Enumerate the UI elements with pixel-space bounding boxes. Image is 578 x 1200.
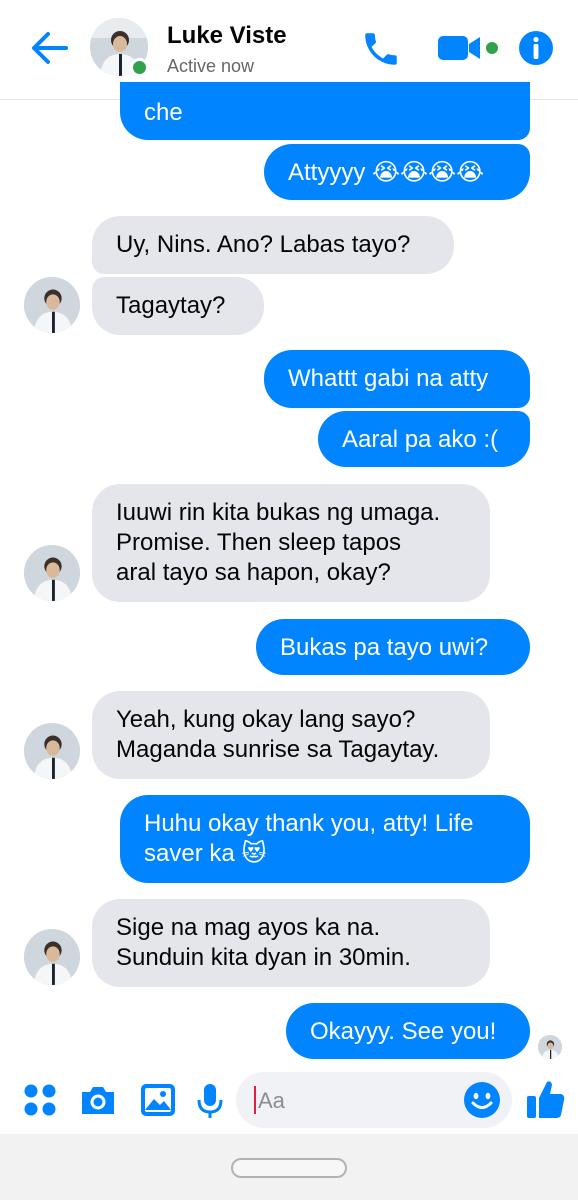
sender-avatar[interactable] [24, 929, 80, 985]
camera-button[interactable] [78, 1080, 118, 1120]
like-button[interactable] [524, 1076, 568, 1118]
contact-avatar[interactable] [90, 18, 150, 78]
info-icon [519, 31, 553, 65]
video-call-button[interactable] [436, 28, 502, 68]
sender-avatar[interactable] [24, 723, 80, 779]
text-cursor [254, 1086, 256, 1114]
message-input[interactable]: Aa [236, 1072, 512, 1128]
message-bubble-outgoing[interactable]: Okayyy. See you! [286, 1003, 530, 1059]
info-button[interactable] [516, 28, 556, 68]
message-bubble-outgoing[interactable]: Aaral pa ako :( [318, 411, 530, 467]
message-bubble-incoming[interactable]: Sige na mag ayos ka na. Sunduin kita dya… [92, 899, 490, 987]
message-input-placeholder: Aa [258, 1088, 285, 1113]
more-actions-button[interactable] [22, 1080, 58, 1120]
home-gesture-pill[interactable] [231, 1158, 347, 1178]
active-status-dot [130, 58, 149, 77]
camera-icon [82, 1087, 114, 1114]
message-composer: Aa [0, 1066, 578, 1134]
message-bubble-outgoing[interactable]: Attyyyy 😭😭😭😭 [264, 144, 530, 200]
sender-avatar[interactable] [24, 545, 80, 601]
microphone-icon [197, 1084, 223, 1118]
image-icon [141, 1084, 175, 1116]
message-bubble-incoming[interactable]: Tagaytay? [92, 277, 264, 335]
video-camera-icon [438, 36, 498, 60]
phone-icon [365, 33, 397, 65]
system-navigation-bar [0, 1134, 578, 1200]
smiley-icon [464, 1082, 500, 1118]
gallery-button[interactable] [138, 1080, 178, 1120]
message-bubble-incoming[interactable]: Uy, Nins. Ano? Labas tayo? [92, 216, 454, 274]
voice-message-button[interactable] [194, 1080, 226, 1120]
sender-avatar[interactable] [24, 277, 80, 333]
thumbs-up-icon [527, 1081, 565, 1118]
seen-indicator-avatar [538, 1035, 562, 1059]
message-bubble-outgoing[interactable]: Huhu okay thank you, atty! Life saver ka… [120, 795, 530, 883]
message-bubble-outgoing[interactable]: che [120, 82, 530, 140]
voice-call-button[interactable] [360, 28, 402, 68]
emoji-button[interactable] [462, 1080, 502, 1125]
contact-status: Active now [167, 56, 255, 76]
contact-name[interactable]: Luke Viste [167, 22, 287, 50]
arrow-left-icon [32, 32, 68, 64]
four-dots-icon [24, 1084, 56, 1116]
message-bubble-outgoing[interactable]: Whattt gabi na atty [264, 350, 530, 408]
message-bubble-incoming[interactable]: Yeah, kung okay lang sayo? Maganda sunri… [92, 691, 490, 779]
message-bubble-outgoing[interactable]: Bukas pa tayo uwi? [256, 619, 530, 675]
back-button[interactable] [26, 28, 72, 68]
message-bubble-incoming[interactable]: Iuuwi rin kita bukas ng umaga. Promise. … [92, 484, 490, 602]
